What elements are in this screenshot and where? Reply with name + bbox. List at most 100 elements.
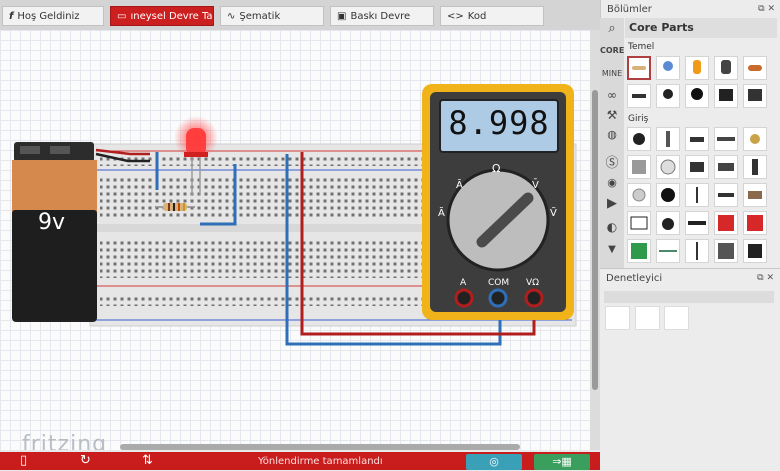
jack-v-ohm[interactable] <box>524 288 544 308</box>
autoroute-button[interactable]: ◎ <box>466 454 522 470</box>
section-input: Giriş <box>628 114 649 124</box>
part-inductor[interactable] <box>743 56 767 80</box>
part-electrolytic[interactable] <box>685 56 709 80</box>
resistor-icon <box>632 66 646 70</box>
piezo-icon <box>661 188 675 202</box>
canvas-horizontal-scrollbar[interactable] <box>120 444 520 450</box>
part-transistor-npn[interactable] <box>685 84 709 108</box>
bin-core[interactable]: CORE <box>600 46 624 55</box>
thermistor-icon <box>696 187 698 203</box>
tab-breadboard-label: ıneysel Devre Tahta <box>130 11 213 22</box>
part-switch[interactable] <box>685 127 709 151</box>
part-regulator[interactable] <box>743 84 767 108</box>
part-encoder[interactable] <box>627 155 651 179</box>
multimeter-display: 8.998 <box>448 104 550 142</box>
play-icon[interactable]: ▶ <box>600 196 624 211</box>
part-flex[interactable] <box>743 183 767 207</box>
sparkfun-icon[interactable]: Ⓢ <box>600 152 624 171</box>
part-keypad[interactable] <box>656 155 680 179</box>
tab-code[interactable]: <> Kod <box>440 6 544 26</box>
parts-panel-controls[interactable]: ⧉ ✕ <box>758 4 775 14</box>
gps-icon <box>631 243 647 259</box>
part-header[interactable] <box>714 127 738 151</box>
led-icon <box>663 89 673 99</box>
bin-mine[interactable]: MINE <box>600 69 624 78</box>
part-mosfet[interactable] <box>714 84 738 108</box>
scroll-down-icon[interactable]: ▼ <box>600 244 624 255</box>
parts-panel-title: Bölümler <box>607 4 652 15</box>
part-accelerometer[interactable] <box>627 211 651 235</box>
potentiometer-icon <box>633 133 645 145</box>
inspector-panel: Denetleyici ⧉ ✕ <box>600 268 780 471</box>
part-fsr[interactable] <box>714 183 738 207</box>
share-button[interactable]: ⇒▦ <box>534 454 590 470</box>
header-icon <box>717 137 735 141</box>
part-led[interactable] <box>656 84 680 108</box>
keypad-icon <box>660 159 676 175</box>
wrench-icon[interactable]: ⚒ <box>600 108 624 122</box>
part-button[interactable] <box>685 155 709 179</box>
power-icon[interactable]: ◐ <box>600 220 624 234</box>
part-resistor[interactable] <box>627 56 651 80</box>
intel-icon[interactable]: ◉ <box>600 176 624 189</box>
rotate-icon[interactable]: ↻ <box>80 453 91 469</box>
mode-label-ac-voltage: Ṽ <box>550 208 557 219</box>
electrolytic-icon <box>693 60 701 74</box>
inspector-image-schematic <box>635 306 660 330</box>
inspector-title: Denetleyici <box>606 273 663 284</box>
jack-a[interactable] <box>454 288 474 308</box>
jack-com[interactable] <box>488 288 508 308</box>
breadboard-canvas[interactable]: 9v 8.998 Ω Ā V̄ Ã Ṽ A COM VΩ fritzing <box>0 30 590 450</box>
tab-welcome[interactable]: f Hoş Geldiniz <box>2 6 104 26</box>
slide-pot-icon <box>666 131 670 147</box>
part-buzzer[interactable] <box>743 127 767 151</box>
part-sensor-board[interactable] <box>685 211 709 235</box>
part-capacitor[interactable] <box>656 56 680 80</box>
new-page-icon[interactable]: ▯ <box>20 453 27 469</box>
inspector-controls[interactable]: ⧉ ✕ <box>757 273 774 283</box>
tab-breadboard[interactable]: ▭ıneysel Devre Tahta <box>110 6 214 26</box>
tab-schematic[interactable]: ∿ Şematik <box>220 6 324 26</box>
pcb-icon: ▣ <box>337 11 347 22</box>
part-ldr[interactable] <box>627 183 651 207</box>
part-capacitor-2[interactable] <box>714 56 738 80</box>
part-module[interactable] <box>743 239 767 263</box>
tab-pcb-label: Baskı Devre <box>350 11 411 22</box>
section-basic: Temel <box>628 42 655 52</box>
pushbutton-icon <box>690 162 704 172</box>
vertical-scroll-thumb[interactable] <box>592 90 598 390</box>
part-breakout[interactable] <box>714 211 738 235</box>
bottom-toolbar: ▯ ↻ ⇅ Yönlendirme tamamlandı ◎ ⇒▦ <box>0 452 600 470</box>
bin-tabs: ⌕ CORE MINE ∞ ⚒ ◍ Ⓢ ◉ ▶ ◐ ▼ <box>600 18 624 268</box>
accelerometer-icon <box>630 216 648 230</box>
cable-icon <box>659 250 677 252</box>
routing-status: Yönlendirme tamamlandı <box>258 456 383 467</box>
flip-icon[interactable]: ⇅ <box>142 453 153 469</box>
seeed-icon[interactable]: ◍ <box>600 128 624 141</box>
circuit-drawing <box>12 84 577 346</box>
part-cable[interactable] <box>656 239 680 263</box>
part-rfid[interactable] <box>714 239 738 263</box>
part-breakout-2[interactable] <box>743 211 767 235</box>
part-slide-pot[interactable] <box>656 127 680 151</box>
part-piezo[interactable] <box>656 183 680 207</box>
part-potentiometer[interactable] <box>627 127 651 151</box>
part-tilt[interactable] <box>743 155 767 179</box>
part-probe[interactable] <box>685 239 709 263</box>
tab-welcome-label: Hoş Geldiniz <box>17 11 80 22</box>
search-icon[interactable]: ⌕ <box>600 21 624 36</box>
part-diode[interactable] <box>627 84 651 108</box>
bin-header: Core Parts <box>625 18 777 38</box>
part-mic[interactable] <box>656 211 680 235</box>
part-gps[interactable] <box>627 239 651 263</box>
inspector-title-field <box>604 291 774 303</box>
tab-pcb[interactable]: ▣ Baskı Devre <box>330 6 434 26</box>
code-icon: <> <box>447 11 464 22</box>
part-thermistor[interactable] <box>685 183 709 207</box>
part-dip[interactable] <box>714 155 738 179</box>
arduino-icon[interactable]: ∞ <box>600 88 624 102</box>
mosfet-icon <box>719 89 733 101</box>
canvas-vertical-scrollbar[interactable] <box>590 30 600 450</box>
core-parts-label: Core Parts <box>629 21 694 34</box>
tab-schematic-label: Şematik <box>239 11 281 22</box>
